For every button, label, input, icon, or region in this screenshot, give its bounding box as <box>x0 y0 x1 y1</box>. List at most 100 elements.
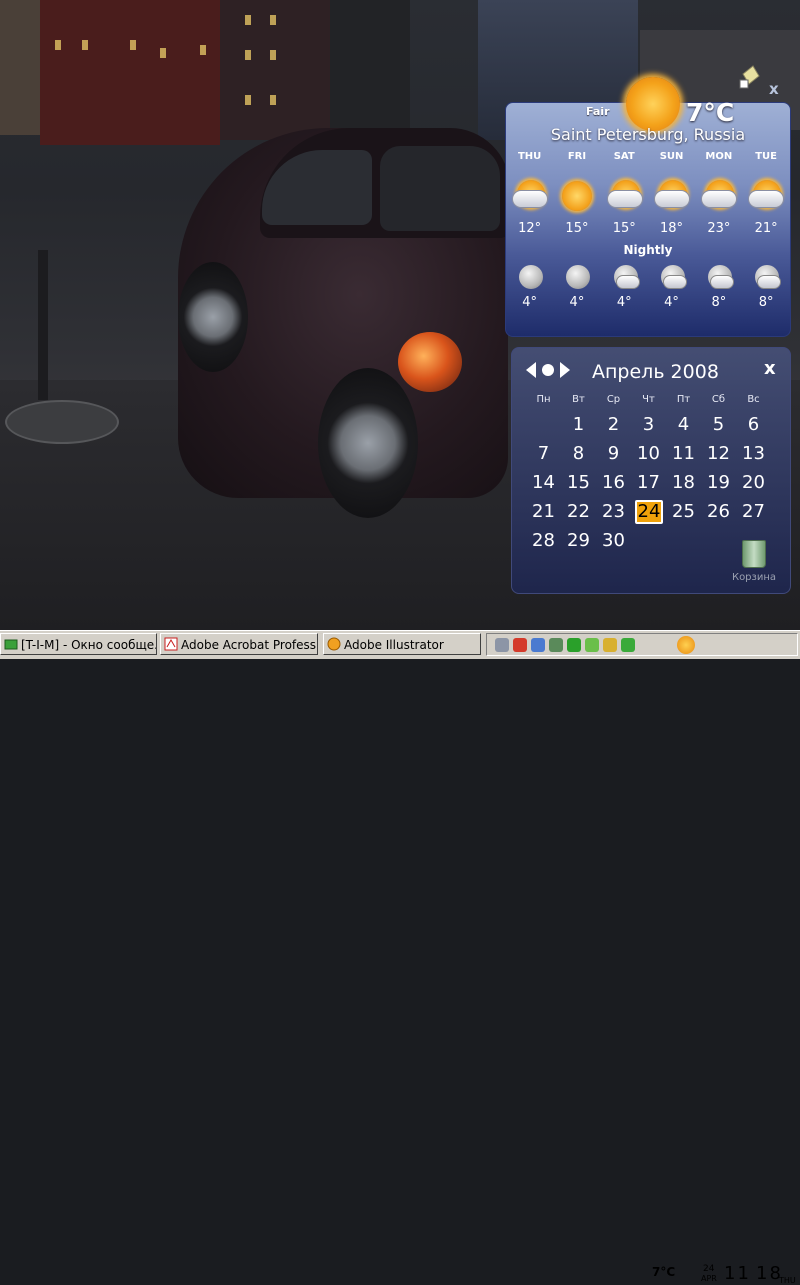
tray-clock-weekday: THU <box>779 1276 796 1285</box>
tray-date-day: 24 <box>703 1264 715 1274</box>
calendar-day[interactable]: 20 <box>736 471 771 495</box>
weather-condition: Fair <box>586 105 610 118</box>
calendar-day[interactable]: 7 <box>526 442 561 466</box>
weather-gadget[interactable]: Fair 7°C Saint Petersburg, Russia THU FR… <box>505 77 791 337</box>
forecast-day-label: FRI <box>567 151 587 162</box>
shield-icon[interactable] <box>585 638 599 652</box>
network-icon[interactable] <box>531 638 545 652</box>
calendar-day[interactable]: 28 <box>526 529 561 553</box>
recycle-bin[interactable]: Корзина <box>728 540 780 600</box>
forecast-low: 4° <box>616 295 632 310</box>
next-month-icon[interactable] <box>560 362 570 378</box>
recycle-bin-label: Корзина <box>731 572 777 583</box>
weekday-header: Вс <box>747 394 760 405</box>
calendar-day[interactable]: 25 <box>666 500 701 524</box>
forecast-high: 23° <box>707 221 731 236</box>
taskbar-button-acrobat[interactable]: Adobe Acrobat Profess... <box>160 633 318 655</box>
forecast-lows: 4° 4° 4° 4° 8° 8° <box>506 295 790 310</box>
car-window <box>380 146 500 231</box>
weather-city[interactable]: Saint Petersburg, Russia <box>506 125 790 144</box>
calendar-day[interactable]: 10 <box>631 442 666 466</box>
calendar-day[interactable]: 5 <box>701 413 736 437</box>
lit-window <box>200 45 206 55</box>
calendar-day[interactable]: 8 <box>561 442 596 466</box>
taskbar-button-illustrator[interactable]: Adobe Illustrator <box>323 633 481 655</box>
pencil-icon[interactable] <box>603 638 617 652</box>
taskbar-button-label: [T-I-M] - Окно сообще... <box>21 638 157 652</box>
lit-window <box>55 40 61 50</box>
sync-icon[interactable] <box>549 638 563 652</box>
current-month-icon[interactable] <box>542 364 554 376</box>
month-navigation[interactable] <box>524 360 572 380</box>
gadget-controls[interactable] <box>737 62 767 92</box>
calendar-day[interactable]: 6 <box>736 413 771 437</box>
lit-window <box>270 50 276 60</box>
taskbar: [T-I-M] - Окно сообще... Adobe Acrobat P… <box>0 630 800 1285</box>
moon-cloud-icon <box>601 263 648 293</box>
calendar-day[interactable]: 16 <box>596 471 631 495</box>
weekday-header: Ср <box>606 394 621 405</box>
recycle-bin-icon[interactable] <box>742 540 766 568</box>
calendar-day[interactable]: 22 <box>561 500 596 524</box>
lit-window <box>245 15 251 25</box>
sun-cloud-icon <box>695 175 742 219</box>
printer-icon[interactable] <box>495 638 509 652</box>
lit-window <box>245 50 251 60</box>
calendar-day[interactable]: 4 <box>666 413 701 437</box>
moon-cloud-icon <box>648 263 695 293</box>
weekday-header: Вт <box>572 394 585 405</box>
sun-cloud-icon <box>601 175 648 219</box>
forecast-low: 4° <box>664 295 679 310</box>
calendar-day[interactable]: 21 <box>526 500 561 524</box>
gadget-options-icon[interactable] <box>737 62 767 92</box>
calendar-day[interactable]: 13 <box>736 442 771 466</box>
messenger-icon[interactable] <box>567 638 581 652</box>
forecast-day-label: MON <box>705 151 733 162</box>
calendar-empty-cell <box>526 413 561 437</box>
sun-cloud-icon <box>506 175 553 219</box>
sun-icon <box>553 175 600 219</box>
calendar-day[interactable]: 3 <box>631 413 666 437</box>
calendar-day[interactable]: 2 <box>596 413 631 437</box>
lit-window <box>82 40 88 50</box>
calendar-day[interactable]: 29 <box>561 529 596 553</box>
weekday-header: Пт <box>676 394 691 405</box>
prev-month-icon[interactable] <box>526 362 536 378</box>
calendar-day-today[interactable]: 24 <box>635 500 663 524</box>
forecast-high: 12° <box>518 221 542 236</box>
system-tray <box>486 633 798 656</box>
manhole-cover <box>5 400 119 444</box>
building-mid <box>330 0 410 135</box>
calendar-day[interactable]: 30 <box>596 529 631 553</box>
weather-tray-icon[interactable] <box>621 638 635 652</box>
calendar-day[interactable]: 18 <box>666 471 701 495</box>
forecast-low: 4° <box>522 295 538 310</box>
tray-temperature: 7°C <box>652 1265 676 1279</box>
current-temperature: 7°C <box>686 98 735 127</box>
calendar-day[interactable]: 17 <box>631 471 666 495</box>
nightly-label: Nightly <box>623 243 673 257</box>
calendar-day[interactable]: 19 <box>701 471 736 495</box>
calendar-day[interactable]: 27 <box>736 500 771 524</box>
sun-cloud-icon <box>742 175 789 219</box>
forecast-day-label: TUE <box>755 151 778 162</box>
taskbar-button-chat[interactable]: [T-I-M] - Окно сообще... <box>0 633 157 655</box>
calendar-day[interactable]: 15 <box>561 471 596 495</box>
gadget-close-icon[interactable]: x <box>769 80 779 98</box>
calendar-day[interactable]: 12 <box>701 442 736 466</box>
calendar-day[interactable]: 23 <box>596 500 631 524</box>
building-red <box>40 0 220 145</box>
calendar-day[interactable]: 14 <box>526 471 561 495</box>
calendar-day[interactable]: 9 <box>596 442 631 466</box>
forecast-days: THU FRI SAT SUN MON TUE <box>506 151 790 162</box>
calendar-day[interactable]: 11 <box>666 442 701 466</box>
moon-icon <box>553 263 600 293</box>
weekday-header: Пн <box>536 394 551 405</box>
tray-clock-hour[interactable]: 11 <box>724 1263 751 1284</box>
calendar-day[interactable]: 1 <box>561 413 596 437</box>
antivirus-icon[interactable] <box>513 638 527 652</box>
forecast-day-label: SAT <box>613 151 635 162</box>
calendar-day[interactable]: 26 <box>701 500 736 524</box>
calendar-close-button[interactable]: x <box>764 358 776 379</box>
forecast-day-label: THU <box>517 151 542 162</box>
